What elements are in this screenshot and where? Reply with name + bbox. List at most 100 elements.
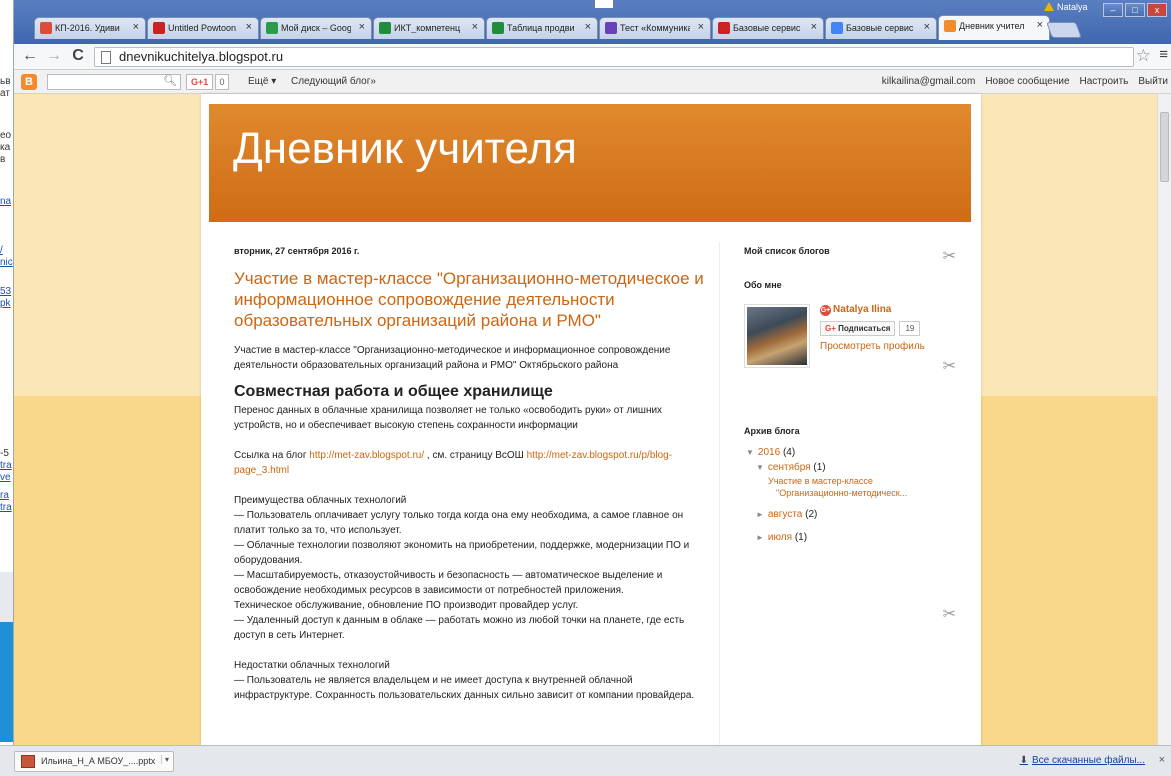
avatar-photo xyxy=(747,307,807,365)
background-text: ат xyxy=(0,88,10,99)
next-blog-link[interactable]: Следующий блог» xyxy=(291,76,376,87)
post-column: вторник, 27 сентября 2016 г. Участие в м… xyxy=(234,246,704,703)
post-link-line: Участие в мастер-классе xyxy=(768,476,873,486)
tab-favicon-icon xyxy=(40,22,52,34)
advantage-item: Техническое обслуживание, обновление ПО … xyxy=(234,600,579,611)
archive-year[interactable]: ▼ 2016 (4) xyxy=(746,445,954,460)
tab-close-icon[interactable]: × xyxy=(133,21,139,33)
browser-tab[interactable]: Таблица продви × xyxy=(486,17,598,39)
bookmark-star-icon[interactable]: ☆ xyxy=(1136,46,1151,66)
browser-toolbar: ← → C dnevnikuchitelya.blogspot.ru ☆ ≡ xyxy=(14,44,1171,70)
browser-menu-icon[interactable]: ≡ xyxy=(1159,46,1168,63)
archive-month[interactable]: ► августа (2) xyxy=(756,507,954,522)
window-edge xyxy=(594,0,614,8)
tab-close-icon[interactable]: × xyxy=(811,21,817,33)
browser-tab[interactable]: Базовые сервис × xyxy=(712,17,824,39)
tab-close-icon[interactable]: × xyxy=(585,21,591,33)
profile-avatar[interactable] xyxy=(744,304,810,368)
powerpoint-file-icon xyxy=(21,755,35,768)
blogger-navbar: B 🔍︎ G+1 0 Ещё ▾ Следующий блог» kilkail… xyxy=(14,70,1171,94)
profile-name-link[interactable]: G+ Natalya Ilina xyxy=(820,304,925,316)
background-window: ьв ат ео ка в na / nic 53 pk -5 tra ve r… xyxy=(0,0,14,776)
user-email[interactable]: kilkailina@gmail.com xyxy=(882,76,976,87)
blogger-logo-icon[interactable]: B xyxy=(21,74,37,90)
edit-widget-icon[interactable]: ✂ xyxy=(943,246,956,266)
advantages-title: Преимущества облачных технологий xyxy=(234,495,407,506)
blog-link[interactable]: http://met-zav.blogspot.ru/ xyxy=(309,450,424,461)
month-link[interactable]: июля xyxy=(768,532,792,543)
page-scrollbar[interactable] xyxy=(1157,94,1171,745)
tab-favicon-icon xyxy=(266,22,278,34)
blog-title[interactable]: Дневник учителя xyxy=(233,124,577,174)
view-profile-link[interactable]: Просмотреть профиль xyxy=(820,341,925,352)
expand-triangle-icon[interactable]: ► xyxy=(756,533,764,542)
scrollbar-thumb[interactable] xyxy=(1160,112,1169,182)
post-title[interactable]: Участие в мастер-классе "Организационно-… xyxy=(234,268,704,331)
edit-widget-icon[interactable]: ✂ xyxy=(943,604,956,624)
archive-month[interactable]: ► июля (1) xyxy=(756,530,954,545)
browser-tab[interactable]: Untitled Powtoon × xyxy=(147,17,259,39)
follow-widget: G+ Подписаться 19 xyxy=(820,321,925,336)
advantage-item: — Облачные технологии позволяют экономит… xyxy=(234,540,690,566)
browser-tab[interactable]: Тест «Коммуника × xyxy=(599,17,711,39)
blog-container: Дневник учителя вторник, 27 сентября 201… xyxy=(201,94,981,745)
back-button[interactable]: ← xyxy=(20,47,40,67)
customize-link[interactable]: Настроить xyxy=(1080,76,1129,87)
collapse-triangle-icon[interactable]: ▼ xyxy=(756,463,764,472)
tab-close-icon[interactable]: × xyxy=(924,21,930,33)
expand-triangle-icon[interactable]: ► xyxy=(756,510,764,519)
tab-close-icon[interactable]: × xyxy=(246,21,252,33)
blog-header: Дневник учителя xyxy=(209,104,971,222)
new-post-link[interactable]: Новое сообщение xyxy=(985,76,1069,87)
follower-count: 19 xyxy=(899,321,921,336)
browser-tab[interactable]: КП-2016. Удиви × xyxy=(34,17,146,39)
minimize-button[interactable]: – xyxy=(1103,3,1123,17)
disadvantages-section: Недостатки облачных технологий — Пользов… xyxy=(234,658,704,703)
collapse-triangle-icon[interactable]: ▼ xyxy=(746,448,754,457)
link-prefix: Ссылка на блог xyxy=(234,450,310,461)
logout-link[interactable]: Выйти xyxy=(1138,76,1168,87)
edit-widget-icon[interactable]: ✂ xyxy=(943,356,956,376)
browser-tab[interactable]: Мой диск – Goog × xyxy=(260,17,372,39)
profile-badge[interactable]: Natalya xyxy=(1044,2,1088,12)
link-mid: , см. страницу ВсОШ xyxy=(424,450,527,461)
download-menu-arrow[interactable]: ▾ xyxy=(160,755,169,764)
new-tab-button[interactable] xyxy=(1046,22,1082,38)
forward-button[interactable]: → xyxy=(44,47,64,67)
address-bar[interactable]: dnevnikuchitelya.blogspot.ru xyxy=(94,47,1134,67)
all-downloads-link[interactable]: ⬇ Все скачанные файлы... xyxy=(1020,755,1145,766)
tab-close-icon[interactable]: × xyxy=(359,21,365,33)
blog-search-input[interactable]: 🔍︎ xyxy=(47,74,181,90)
browser-tab[interactable]: ИКТ_компетенц × xyxy=(373,17,485,39)
tab-bar: КП-2016. Удиви × Untitled Powtoon × Мой диск… xyxy=(14,0,1171,44)
gplus-button[interactable]: G+1 xyxy=(186,74,214,90)
advantage-item: — Пользователь оплачивает услугу только … xyxy=(234,510,684,536)
tab-label: Дневник учител xyxy=(959,21,1025,31)
background-text: ео xyxy=(0,130,12,141)
browser-tab[interactable]: Дневник учител × xyxy=(938,15,1050,40)
profile-name-text: Natalya Ilina xyxy=(833,304,892,315)
search-icon[interactable]: 🔍︎ xyxy=(163,74,177,87)
archive-month[interactable]: ▼ сентября (1) xyxy=(756,460,954,475)
download-item[interactable]: Ильина_Н_А МБОУ_....pptx ▾ xyxy=(14,751,174,772)
tab-close-icon[interactable]: × xyxy=(1037,19,1043,31)
profile-info: G+ Natalya Ilina G+ Подписаться 19 Просмо… xyxy=(820,304,925,352)
gplus-icon: G+ xyxy=(820,305,831,316)
archive-post-link[interactable]: Участие в мастер-классе "Организационно-м… xyxy=(768,475,954,499)
tab-close-icon[interactable]: × xyxy=(472,21,478,33)
follow-button[interactable]: G+ Подписаться xyxy=(820,321,896,336)
download-icon: ⬇ xyxy=(1019,755,1028,766)
browser-tab[interactable]: Базовые сервис × xyxy=(825,17,937,39)
reload-button[interactable]: C xyxy=(68,47,88,67)
tab-close-icon[interactable]: × xyxy=(698,21,704,33)
year-link[interactable]: 2016 xyxy=(758,447,780,458)
more-menu[interactable]: Ещё ▾ xyxy=(248,76,276,87)
close-download-bar-icon[interactable]: × xyxy=(1159,754,1165,766)
month-link[interactable]: сентября xyxy=(768,462,811,473)
download-bar: Ильина_Н_А МБОУ_....pptx ▾ ⬇ Все скачанны… xyxy=(0,745,1171,776)
maximize-button[interactable]: □ xyxy=(1125,3,1145,17)
close-window-button[interactable]: x xyxy=(1147,3,1167,17)
month-link[interactable]: августа xyxy=(768,509,802,520)
background-link: 53 xyxy=(0,286,12,297)
about-heading: Обо мне xyxy=(744,280,782,290)
